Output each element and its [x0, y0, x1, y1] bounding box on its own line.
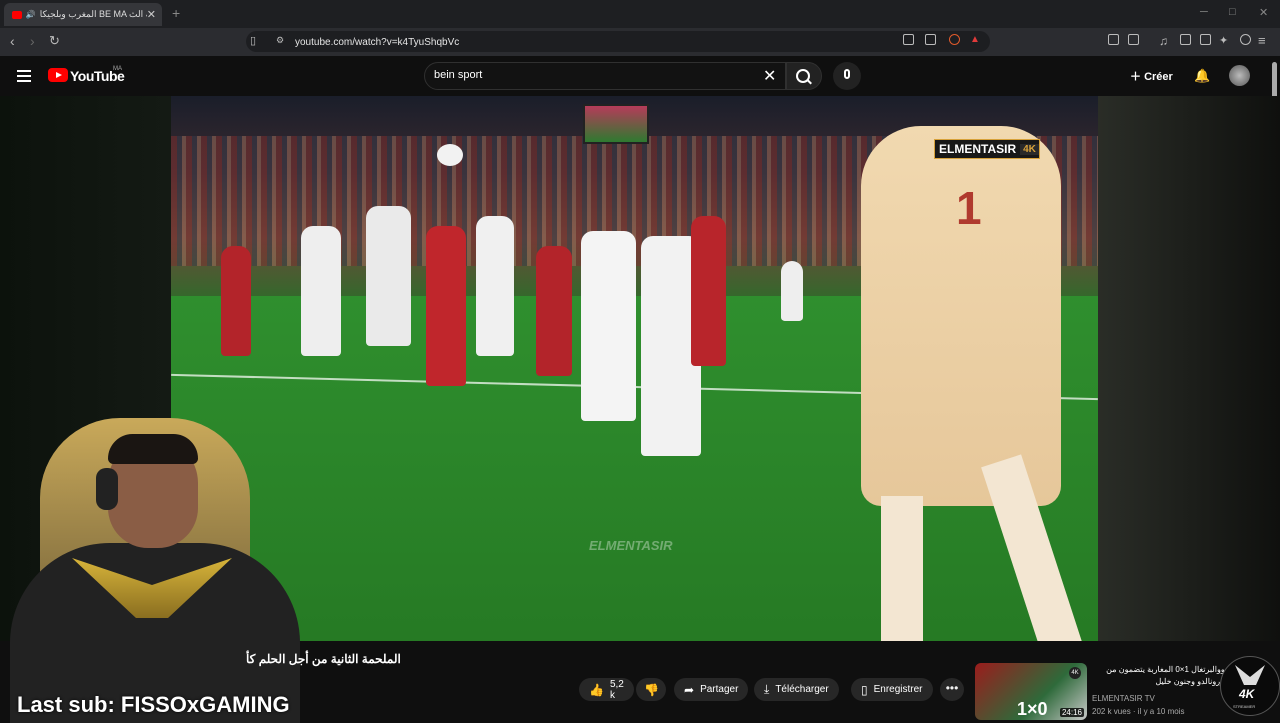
- video-duration: 24:16: [1059, 708, 1084, 717]
- player: [781, 261, 803, 321]
- video-title: الملحمة الثانية من أجل الحلم كأ: [246, 652, 401, 666]
- thumbs-down-icon: 👎: [644, 682, 659, 697]
- watermark-badge: 4K: [1020, 143, 1039, 155]
- back-icon[interactable]: ‹: [10, 33, 15, 49]
- player: [581, 231, 636, 421]
- download-button[interactable]: ⤓ Télécharger: [754, 678, 839, 701]
- player: [476, 216, 514, 356]
- new-tab-button[interactable]: +: [172, 5, 180, 21]
- country-code: MA: [113, 66, 122, 72]
- browser-tab-bar: 🔊 المغرب وبلجيكا BE MA الملحمة الث ✕ + ─…: [0, 0, 1280, 28]
- jersey-number: 1: [956, 182, 982, 234]
- create-button[interactable]: ＋ Créer: [1130, 68, 1173, 84]
- logo-subtext: STREAMER: [1233, 704, 1256, 709]
- screenshot-icon[interactable]: [1128, 34, 1139, 45]
- sidebar-icon[interactable]: [1180, 34, 1191, 45]
- notifications-bell-icon[interactable]: 🔔: [1194, 68, 1210, 84]
- recommendation-thumbnail[interactable]: 4K 1×0 24:16: [975, 663, 1087, 720]
- player: [426, 226, 466, 386]
- recommendation-meta: 202 k vues · il y a 10 mois: [1092, 707, 1185, 716]
- thumbnail-badge: 4K: [1069, 667, 1081, 679]
- video-overlay-text: ELMENTASIR: [589, 538, 673, 553]
- reload-icon[interactable]: ↻: [49, 33, 60, 49]
- forward-icon[interactable]: ›: [30, 33, 35, 49]
- microphone-icon: [844, 69, 850, 79]
- recommendation-channel[interactable]: ELMENTASIR TV: [1092, 694, 1155, 703]
- save-button[interactable]: ▯ Enregistrer: [851, 678, 933, 701]
- download-label: Télécharger: [775, 684, 829, 695]
- tab-title: المغرب وبلجيكا BE MA الملحمة الث: [39, 9, 147, 19]
- headset-icon: [96, 468, 118, 510]
- close-window-icon[interactable]: ✕: [1259, 6, 1268, 19]
- browser-tab[interactable]: 🔊 المغرب وبلجيكا BE MA الملحمة الث ✕: [4, 3, 162, 26]
- player: [536, 246, 572, 376]
- logo-text: 4K: [1239, 687, 1255, 701]
- streamer-hair: [108, 434, 198, 464]
- goalkeeper: 1: [861, 126, 1083, 641]
- save-label: Enregistrer: [873, 684, 923, 695]
- download-icon: ⤓: [764, 682, 770, 696]
- site-info-icon[interactable]: ⚙: [276, 35, 284, 46]
- save-icon: ▯: [861, 682, 868, 697]
- ambient-background-right: [1098, 96, 1280, 641]
- eagle-logo-icon: [1235, 665, 1265, 685]
- search-input[interactable]: bein sport: [434, 69, 482, 81]
- player: [691, 216, 726, 366]
- stadium-screen: [583, 104, 649, 144]
- url-text[interactable]: youtube.com/watch?v=k4TyuShqbVc: [295, 37, 459, 48]
- player: [366, 206, 411, 346]
- ball: [437, 144, 463, 166]
- streamer-logo: 4K STREAMER: [1220, 656, 1280, 716]
- search-icon[interactable]: [796, 69, 810, 83]
- clear-search-icon[interactable]: ✕: [763, 66, 776, 86]
- like-count: 5,2 k: [609, 678, 624, 701]
- close-tab-icon[interactable]: ✕: [147, 8, 156, 21]
- media-icon[interactable]: ♫: [1159, 34, 1168, 48]
- minimize-icon[interactable]: ─: [1200, 6, 1208, 18]
- extensions-icon[interactable]: [1108, 34, 1119, 45]
- maximize-icon[interactable]: □: [1229, 6, 1236, 18]
- hamburger-menu-icon[interactable]: [17, 70, 31, 85]
- like-button[interactable]: 👍 5,2 k: [579, 678, 634, 701]
- share-button[interactable]: ➦ Partager: [674, 678, 749, 701]
- avatar[interactable]: [1229, 65, 1250, 86]
- wallet-icon[interactable]: [1200, 34, 1211, 45]
- rewards-icon[interactable]: ▲: [970, 34, 980, 45]
- vpn-icon[interactable]: [1240, 34, 1251, 45]
- voice-search-button[interactable]: [833, 62, 861, 90]
- speaker-icon[interactable]: 🔊: [26, 10, 36, 19]
- menu-icon[interactable]: ≡: [1258, 33, 1266, 48]
- last-sub-overlay: Last sub: FISSOxGAMING: [17, 692, 290, 717]
- video-player[interactable]: 1 ELMENTASIR 4K ELMENTASIR: [171, 96, 1098, 641]
- share-page-icon[interactable]: [925, 34, 936, 45]
- youtube-favicon-icon: [12, 10, 22, 19]
- share-label: Partager: [700, 684, 739, 695]
- share-icon: ➦: [684, 682, 695, 697]
- watermark-name: ELMENTASIR: [939, 142, 1017, 156]
- thumbnail-score: 1×0: [1017, 699, 1048, 719]
- player: [301, 226, 341, 356]
- ai-assistant-icon[interactable]: ✦: [1219, 34, 1228, 47]
- youtube-logo-icon[interactable]: [48, 68, 68, 82]
- bookmark-icon[interactable]: ▯: [250, 34, 256, 47]
- create-label: Créer: [1144, 71, 1173, 83]
- player: [221, 246, 251, 356]
- cast-icon[interactable]: [903, 34, 914, 45]
- streamer-webcam: [0, 408, 300, 723]
- more-actions-button[interactable]: •••: [940, 678, 964, 701]
- dislike-button[interactable]: 👎: [636, 678, 666, 701]
- brave-shield-icon[interactable]: [949, 34, 960, 45]
- thumbs-up-icon: 👍: [589, 682, 604, 697]
- goalkeeper-leg: [881, 496, 923, 641]
- channel-watermark: ELMENTASIR 4K: [934, 139, 1040, 159]
